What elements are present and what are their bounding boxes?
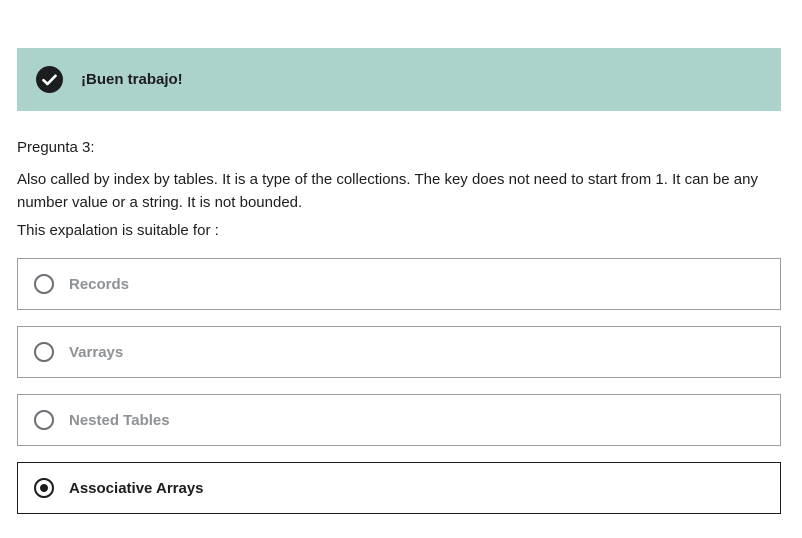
answer-option-label: Records xyxy=(69,276,130,293)
radio-selected-dot xyxy=(40,484,48,492)
check-circle-icon xyxy=(36,66,63,93)
radio-button[interactable] xyxy=(34,342,54,362)
answer-option-nested-tables[interactable]: Nested Tables xyxy=(17,394,781,446)
answer-option-varrays[interactable]: Varrays xyxy=(17,326,781,378)
answer-option-records[interactable]: Records xyxy=(17,258,781,310)
feedback-message: ¡Buen trabajo! xyxy=(81,71,183,88)
answer-option-label: Nested Tables xyxy=(69,412,170,429)
radio-button-selected[interactable] xyxy=(34,478,54,498)
answer-option-label: Varrays xyxy=(69,344,124,361)
answer-option-label: Associative Arrays xyxy=(69,480,204,497)
question-number: Pregunta 3: xyxy=(17,139,95,156)
radio-button[interactable] xyxy=(34,410,54,430)
feedback-banner: ¡Buen trabajo! xyxy=(17,48,781,111)
radio-button[interactable] xyxy=(34,274,54,294)
question-prompt: This expalation is suitable for : xyxy=(17,222,219,239)
answer-option-associative-arrays[interactable]: Associative Arrays xyxy=(17,462,781,514)
question-body: Also called by index by tables. It is a … xyxy=(17,171,758,211)
